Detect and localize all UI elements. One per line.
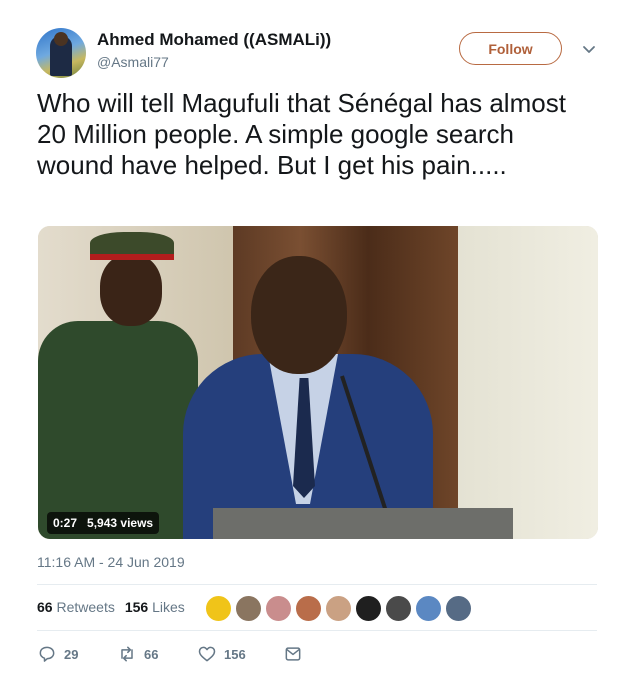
likes-count: 156 bbox=[124, 599, 149, 615]
video-soldier bbox=[38, 321, 198, 539]
author-handle[interactable]: @Asmali77 bbox=[97, 54, 169, 70]
liker-avatar[interactable] bbox=[415, 595, 442, 622]
direct-message-action[interactable] bbox=[283, 644, 303, 664]
tweet-text: Who will tell Magufuli that Sénégal has … bbox=[37, 88, 566, 180]
avatar[interactable] bbox=[36, 28, 86, 78]
heart-icon bbox=[198, 646, 216, 662]
liker-avatar[interactable] bbox=[385, 595, 412, 622]
video-soldier-head bbox=[100, 254, 162, 326]
video-soldier-band bbox=[90, 254, 174, 260]
follow-button[interactable]: Follow bbox=[459, 32, 562, 65]
liker-avatar[interactable] bbox=[265, 595, 292, 622]
reply-action[interactable]: 29 bbox=[37, 644, 117, 664]
video-duration: 0:27 bbox=[53, 516, 78, 530]
liker-avatar[interactable] bbox=[325, 595, 352, 622]
caret-down-icon[interactable] bbox=[580, 40, 598, 58]
video-player[interactable]: 0:27 5,943 views bbox=[38, 226, 598, 539]
divider bbox=[37, 584, 597, 585]
likes-stat[interactable]: 156 Likes bbox=[125, 599, 185, 615]
avatar-head bbox=[54, 32, 68, 46]
video-speaker-head bbox=[251, 256, 347, 374]
reply-count: 29 bbox=[64, 646, 79, 662]
like-count: 156 bbox=[224, 646, 246, 662]
retweets-count: 66 bbox=[37, 599, 53, 615]
liker-avatar[interactable] bbox=[355, 595, 382, 622]
retweet-action[interactable]: 66 bbox=[117, 644, 197, 664]
video-views: 5,943 views bbox=[87, 516, 154, 530]
divider bbox=[37, 630, 597, 631]
liker-avatar[interactable] bbox=[445, 595, 472, 622]
direct-message-icon bbox=[285, 647, 301, 661]
retweets-stat[interactable]: 66 Retweets bbox=[37, 599, 115, 615]
video-podium bbox=[213, 508, 513, 539]
like-action[interactable]: 156 bbox=[197, 644, 283, 664]
author-name[interactable]: Ahmed Mohamed ((ASMALi)) bbox=[97, 30, 331, 50]
liker-avatar[interactable] bbox=[235, 595, 262, 622]
liker-avatar[interactable] bbox=[205, 595, 232, 622]
video-wall bbox=[458, 226, 598, 539]
liker-avatar[interactable] bbox=[295, 595, 322, 622]
video-info-badge: 0:27 5,943 views bbox=[47, 512, 160, 534]
retweet-icon bbox=[121, 646, 133, 662]
retweet-count: 66 bbox=[144, 646, 159, 662]
likes-label: Likes bbox=[152, 599, 185, 615]
reply-icon bbox=[39, 646, 55, 662]
action-bar: 29 66 156 bbox=[37, 644, 303, 664]
likers-avatars bbox=[205, 595, 472, 622]
engagement-stats: 66 Retweets 156 Likes bbox=[37, 599, 185, 615]
tweet-timestamp[interactable]: 11:16 AM - 24 Jun 2019 bbox=[37, 554, 185, 570]
retweets-label: Retweets bbox=[56, 599, 115, 615]
